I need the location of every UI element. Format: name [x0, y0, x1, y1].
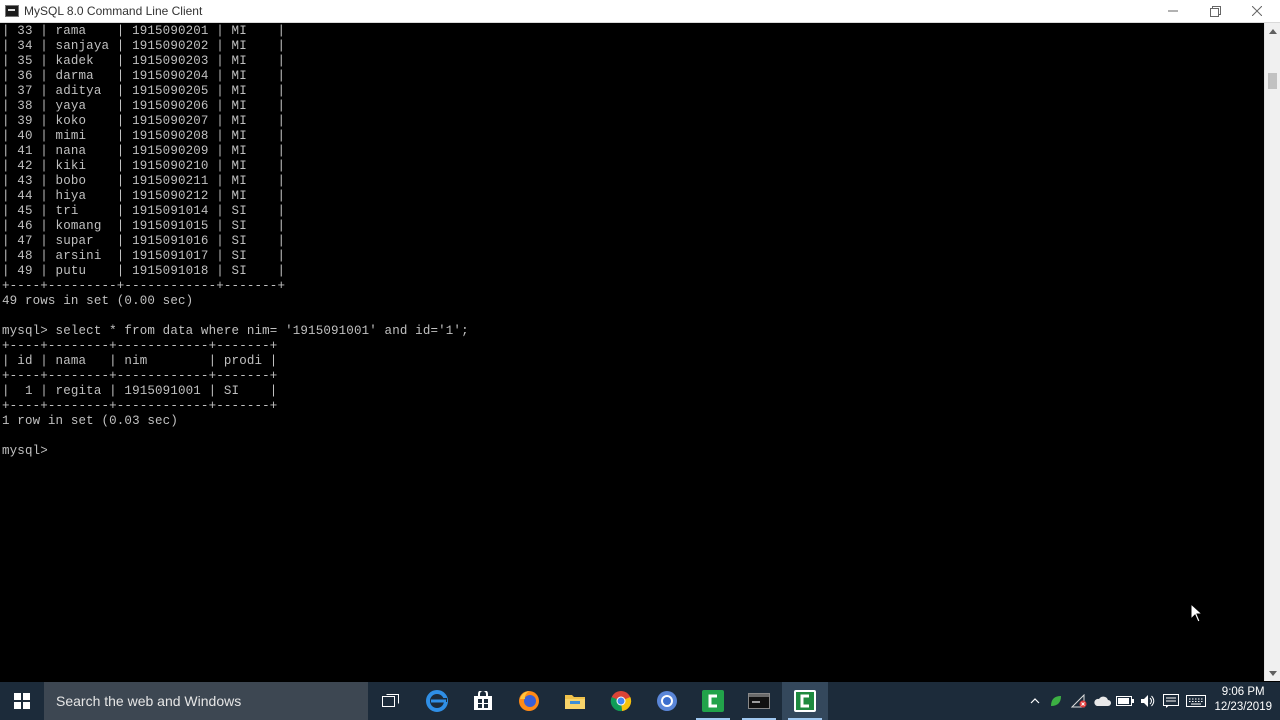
- close-icon: [1252, 6, 1262, 16]
- file-explorer-taskbar-button[interactable]: [552, 682, 598, 720]
- scroll-up-button[interactable]: [1265, 23, 1280, 39]
- console-line: mysql>: [2, 444, 56, 458]
- console-icon: [748, 693, 770, 709]
- console-output[interactable]: | 33 | rama | 1915090201 | MI | | 34 | s…: [0, 23, 1264, 681]
- vertical-scrollbar[interactable]: [1264, 23, 1280, 681]
- chromium-icon: [657, 691, 677, 711]
- search-placeholder: Search the web and Windows: [56, 693, 242, 709]
- camtasia-recorder-icon: [794, 690, 816, 712]
- chevron-up-icon: [1030, 698, 1040, 704]
- network-error-icon: [1071, 694, 1087, 708]
- console-line: | 37 | aditya | 1915090205 | MI |: [2, 84, 286, 98]
- window-title: MySQL 8.0 Command Line Client: [24, 4, 203, 18]
- console-line: +----+---------+------------+-------+: [2, 279, 286, 293]
- console-line: | 46 | komang | 1915091015 | SI |: [2, 219, 286, 233]
- console-line: | 47 | supar | 1915091016 | SI |: [2, 234, 286, 248]
- notification-icon: [1163, 694, 1179, 708]
- store-icon: [474, 691, 492, 710]
- tray-network-alert-icon[interactable]: [1068, 682, 1090, 720]
- tray-onedrive-icon[interactable]: [1091, 682, 1113, 720]
- camtasia-icon: [702, 690, 724, 712]
- console-line: +----+--------+------------+-------+: [2, 399, 278, 413]
- console-line: +----+--------+------------+-------+: [2, 369, 278, 383]
- firefox-taskbar-button[interactable]: [506, 682, 552, 720]
- console-line: | 34 | sanjaya | 1915090202 | MI |: [2, 39, 286, 53]
- store-taskbar-button[interactable]: [460, 682, 506, 720]
- chrome-icon: [610, 691, 632, 712]
- console-line: | 38 | yaya | 1915090206 | MI |: [2, 99, 286, 113]
- camtasia-taskbar-button[interactable]: [690, 682, 736, 720]
- task-view-button[interactable]: [368, 682, 414, 720]
- show-hidden-icons-button[interactable]: [1026, 682, 1044, 720]
- folder-icon: [565, 695, 585, 709]
- keyboard-icon: [1186, 695, 1206, 707]
- tray-keyboard-icon[interactable]: [1184, 682, 1208, 720]
- console-line: | 40 | mimi | 1915090208 | MI |: [2, 129, 286, 143]
- tray-action-center-icon[interactable]: [1160, 682, 1182, 720]
- clock-date: 12/23/2019: [1214, 701, 1272, 713]
- minimize-icon: [1168, 10, 1178, 12]
- start-button[interactable]: [0, 682, 44, 720]
- battery-icon: [1116, 696, 1134, 706]
- scrollbar-thumb[interactable]: [1268, 73, 1277, 89]
- console-line: | id | nama | nim | prodi |: [2, 354, 278, 368]
- console-line: | 33 | rama | 1915090201 | MI |: [2, 24, 286, 38]
- camtasia-recorder-taskbar-button[interactable]: [782, 682, 828, 720]
- taskbar: Search the web and Windows 9:06 PM 12/23…: [0, 682, 1280, 720]
- console-line: | 41 | nana | 1915090209 | MI |: [2, 144, 286, 158]
- console-line: | 39 | koko | 1915090207 | MI |: [2, 114, 286, 128]
- chevron-down-icon: [1268, 670, 1277, 676]
- restore-button[interactable]: [1192, 0, 1238, 22]
- cloud-icon: [1094, 696, 1111, 706]
- tray-volume-icon[interactable]: [1137, 682, 1159, 720]
- console-line: 49 rows in set (0.00 sec): [2, 294, 194, 308]
- chromium-taskbar-button[interactable]: [644, 682, 690, 720]
- chevron-up-icon: [1268, 28, 1277, 34]
- mysql-client-taskbar-button[interactable]: [736, 682, 782, 720]
- restore-icon: [1209, 5, 1221, 17]
- console-line: | 44 | hiya | 1915090212 | MI |: [2, 189, 286, 203]
- edge-icon: [426, 690, 448, 712]
- taskbar-search-box[interactable]: Search the web and Windows: [44, 682, 368, 720]
- clock-time: 9:06 PM: [1221, 686, 1265, 698]
- tray-app-icon[interactable]: [1046, 682, 1066, 720]
- console-line: 1 row in set (0.03 sec): [2, 414, 178, 428]
- console-line: +----+--------+------------+-------+: [2, 339, 278, 353]
- terminal-text: | 33 | rama | 1915090201 | MI | | 34 | s…: [0, 23, 1264, 459]
- speaker-icon: [1141, 695, 1155, 707]
- console-line: mysql> select * from data where nim= '19…: [2, 324, 469, 338]
- windows-logo-icon: [14, 693, 30, 709]
- console-line: | 49 | putu | 1915091018 | SI |: [2, 264, 286, 278]
- chrome-taskbar-button[interactable]: [598, 682, 644, 720]
- scroll-down-button[interactable]: [1265, 665, 1280, 681]
- close-button[interactable]: [1234, 0, 1280, 22]
- firefox-icon: [519, 691, 539, 711]
- tray-battery-icon[interactable]: [1114, 682, 1136, 720]
- console-line: | 36 | darma | 1915090204 | MI |: [2, 69, 286, 83]
- console-line: | 1 | regita | 1915091001 | SI |: [2, 384, 278, 398]
- minimize-button[interactable]: [1150, 0, 1196, 22]
- leaf-icon: [1051, 696, 1061, 706]
- taskbar-clock[interactable]: 9:06 PM 12/23/2019: [1214, 685, 1272, 715]
- edge-taskbar-button[interactable]: [414, 682, 460, 720]
- console-line: | 35 | kadek | 1915090203 | MI |: [2, 54, 286, 68]
- console-line: | 45 | tri | 1915091014 | SI |: [2, 204, 286, 218]
- console-line: | 48 | arsini | 1915091017 | SI |: [2, 249, 286, 263]
- title-bar[interactable]: MySQL 8.0 Command Line Client: [0, 0, 1280, 23]
- console-app-icon[interactable]: [5, 5, 19, 17]
- console-line: | 43 | bobo | 1915090211 | MI |: [2, 174, 286, 188]
- console-line: | 42 | kiki | 1915090210 | MI |: [2, 159, 286, 173]
- task-view-icon: [382, 694, 399, 707]
- mouse-pointer-icon: [1190, 602, 1204, 628]
